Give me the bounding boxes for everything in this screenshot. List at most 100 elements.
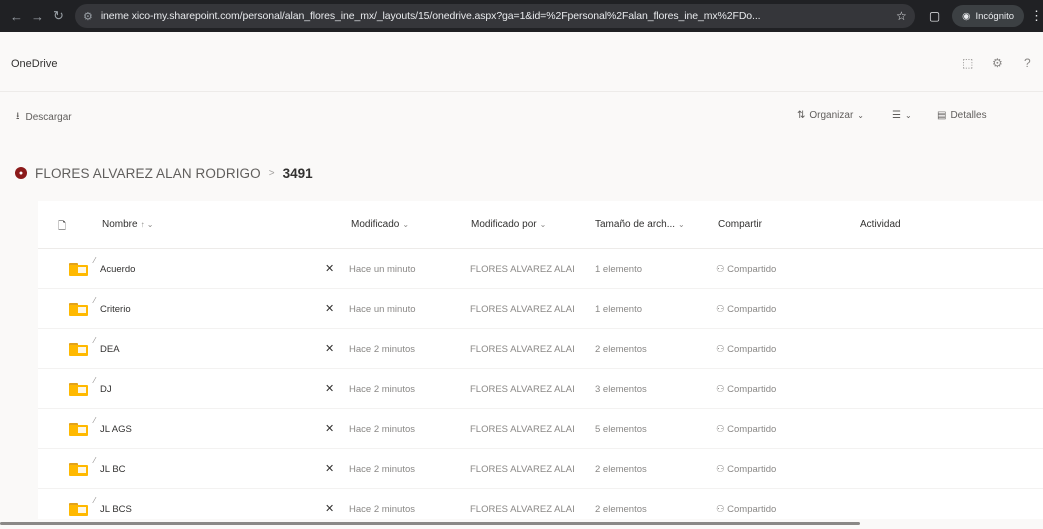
chevron-down-icon: ⌄ bbox=[904, 111, 912, 120]
column-name-label: Nombre bbox=[102, 219, 138, 230]
help-icon[interactable]: ? bbox=[1024, 56, 1031, 70]
details-pane-icon: ▤ bbox=[937, 110, 947, 121]
download-icon: ⭳ bbox=[16, 111, 20, 122]
cancel-sync-icon[interactable]: ✕ bbox=[325, 422, 334, 435]
breadcrumb: ● FLORES ALVAREZ ALAN RODRIGO > 3491 bbox=[15, 163, 313, 183]
item-name[interactable]: DEA bbox=[100, 344, 120, 355]
column-header-size[interactable]: Tamaño de arch... ⌄ bbox=[595, 219, 685, 230]
item-size: 1 elemento bbox=[595, 304, 643, 315]
view-list-icon: ☰ bbox=[892, 110, 901, 121]
file-list: 🗋 Nombre ↑ ⌄ Modificado ⌄ Modificado por ⌄ … bbox=[38, 201, 1043, 529]
cancel-sync-icon[interactable]: ✕ bbox=[325, 262, 334, 275]
item-name[interactable]: JL BCS bbox=[100, 504, 132, 515]
list-item[interactable]: ⁄ Criterio ✕ Hace un minuto FLORES ALVAR… bbox=[38, 289, 1043, 329]
column-header-modified-by[interactable]: Modificado por ⌄ bbox=[471, 219, 546, 230]
people-icon: ⚇ bbox=[716, 424, 728, 435]
incognito-icon: ◉ bbox=[962, 10, 971, 22]
back-arrow-icon[interactable]: ← bbox=[6, 5, 27, 27]
organize-button[interactable]: ⇅ Organizar ⌄ bbox=[797, 110, 864, 121]
item-modified-by: FLORES ALVAREZ ALAI bbox=[470, 304, 575, 315]
settings-icon[interactable]: ⚙ bbox=[992, 56, 1003, 70]
sort-icon: ⇅ bbox=[797, 110, 806, 121]
column-header-activity[interactable]: Actividad bbox=[860, 219, 901, 230]
people-icon: ⚇ bbox=[716, 464, 728, 475]
tab-search-icon[interactable]: ▢ bbox=[929, 9, 940, 23]
browser-toolbar: ← → ↻ ⚙ ineme xico-my.sharepoint.com/per… bbox=[0, 0, 1043, 32]
horizontal-scrollbar[interactable] bbox=[0, 519, 1043, 529]
item-modified-by: FLORES ALVAREZ ALAI bbox=[470, 344, 575, 355]
chevron-down-icon: ⌄ bbox=[678, 220, 685, 229]
new-item-icon: ⁄ bbox=[94, 256, 96, 265]
feedback-icon[interactable]: ⬚ bbox=[962, 56, 973, 70]
item-size: 3 elementos bbox=[595, 384, 647, 395]
item-modified: Hace un minuto bbox=[349, 304, 416, 315]
item-modified-by: FLORES ALVAREZ ALAI bbox=[470, 264, 575, 275]
folder-icon bbox=[69, 343, 88, 356]
incognito-badge[interactable]: ◉ Incógnito bbox=[952, 5, 1025, 27]
list-item[interactable]: ⁄ Acuerdo ✕ Hace un minuto FLORES ALVARE… bbox=[38, 249, 1043, 289]
column-header-name[interactable]: Nombre ↑ ⌄ bbox=[102, 219, 154, 230]
people-icon: ⚇ bbox=[716, 504, 728, 515]
cancel-sync-icon[interactable]: ✕ bbox=[325, 382, 334, 395]
item-sharing[interactable]: ⚇ Compartido bbox=[716, 504, 776, 515]
cancel-sync-icon[interactable]: ✕ bbox=[325, 462, 334, 475]
column-size-label: Tamaño de arch... bbox=[595, 219, 676, 230]
new-item-icon: ⁄ bbox=[94, 336, 96, 345]
item-sharing-label: Compartido bbox=[727, 344, 777, 355]
item-modified: Hace 2 minutos bbox=[349, 424, 416, 435]
list-item[interactable]: ⁄ DEA ✕ Hace 2 minutos FLORES ALVAREZ AL… bbox=[38, 329, 1043, 369]
column-header-modified[interactable]: Modificado ⌄ bbox=[351, 219, 409, 230]
item-name[interactable]: DJ bbox=[100, 384, 112, 395]
browser-menu-icon[interactable]: ⋮ bbox=[1030, 8, 1043, 24]
item-sharing[interactable]: ⚇ Compartido bbox=[716, 304, 776, 315]
item-sharing[interactable]: ⚇ Compartido bbox=[716, 384, 776, 395]
item-name[interactable]: Acuerdo bbox=[100, 264, 135, 275]
list-item[interactable]: ⁄ JL BC ✕ Hace 2 minutos FLORES ALVAREZ … bbox=[38, 449, 1043, 489]
details-label: Detalles bbox=[950, 110, 987, 121]
incognito-label: Incógnito bbox=[975, 10, 1015, 22]
folder-icon bbox=[69, 463, 88, 476]
scrollbar-thumb[interactable] bbox=[0, 522, 860, 525]
item-name[interactable]: JL AGS bbox=[100, 424, 132, 435]
cancel-sync-icon[interactable]: ✕ bbox=[325, 342, 334, 355]
chevron-down-icon: ↑ ⌄ bbox=[140, 220, 154, 229]
cancel-sync-icon[interactable]: ✕ bbox=[325, 302, 334, 315]
item-name[interactable]: JL BC bbox=[100, 464, 126, 475]
list-item[interactable]: ⁄ DJ ✕ Hace 2 minutos FLORES ALVAREZ ALA… bbox=[38, 369, 1043, 409]
bookmark-star-icon[interactable]: ☆ bbox=[896, 9, 907, 23]
item-sharing[interactable]: ⚇ Compartido bbox=[716, 424, 776, 435]
address-url: ineme xico-my.sharepoint.com/personal/al… bbox=[100, 10, 761, 22]
address-bar[interactable]: ⚙ ineme xico-my.sharepoint.com/personal/… bbox=[74, 4, 915, 28]
list-item[interactable]: ⁄ JL AGS ✕ Hace 2 minutos FLORES ALVAREZ… bbox=[38, 409, 1043, 449]
item-size: 2 elementos bbox=[595, 464, 647, 475]
view-options-button[interactable]: ☰ ⌄ bbox=[892, 110, 912, 121]
item-sharing[interactable]: ⚇ Compartido bbox=[716, 264, 776, 275]
item-sharing-label: Compartido bbox=[727, 264, 777, 275]
item-sharing-label: Compartido bbox=[727, 504, 777, 515]
folder-icon bbox=[69, 503, 88, 516]
chevron-down-icon: ⌄ bbox=[539, 220, 547, 229]
item-sharing-label: Compartido bbox=[727, 304, 777, 315]
item-modified-by: FLORES ALVAREZ ALAI bbox=[470, 384, 575, 395]
column-header-share[interactable]: Compartir bbox=[718, 219, 762, 230]
column-modified-label: Modificado bbox=[351, 219, 400, 230]
cancel-sync-icon[interactable]: ✕ bbox=[325, 502, 334, 515]
item-name[interactable]: Criterio bbox=[100, 304, 131, 315]
breadcrumb-owner[interactable]: FLORES ALVAREZ ALAN RODRIGO bbox=[35, 166, 261, 181]
details-button[interactable]: ▤ Detalles bbox=[937, 110, 987, 121]
item-sharing[interactable]: ⚇ Compartido bbox=[716, 464, 776, 475]
item-sharing-label: Compartido bbox=[727, 424, 777, 435]
file-type-icon[interactable]: 🗋 bbox=[58, 219, 66, 236]
item-sharing[interactable]: ⚇ Compartido bbox=[716, 344, 776, 355]
forward-arrow-icon[interactable]: → bbox=[27, 5, 48, 27]
site-info-icon[interactable]: ⚙ bbox=[83, 10, 93, 23]
item-size: 5 elementos bbox=[595, 424, 647, 435]
list-header: 🗋 Nombre ↑ ⌄ Modificado ⌄ Modificado por ⌄ … bbox=[38, 201, 1043, 249]
reload-icon[interactable]: ↻ bbox=[48, 5, 69, 27]
people-icon: ⚇ bbox=[716, 384, 728, 395]
app-title[interactable]: OneDrive bbox=[11, 58, 57, 70]
item-modified: Hace 2 minutos bbox=[349, 464, 416, 475]
folder-icon bbox=[69, 263, 88, 276]
download-button[interactable]: ⭳ Descargar bbox=[16, 109, 72, 126]
item-modified: Hace 2 minutos bbox=[349, 344, 416, 355]
